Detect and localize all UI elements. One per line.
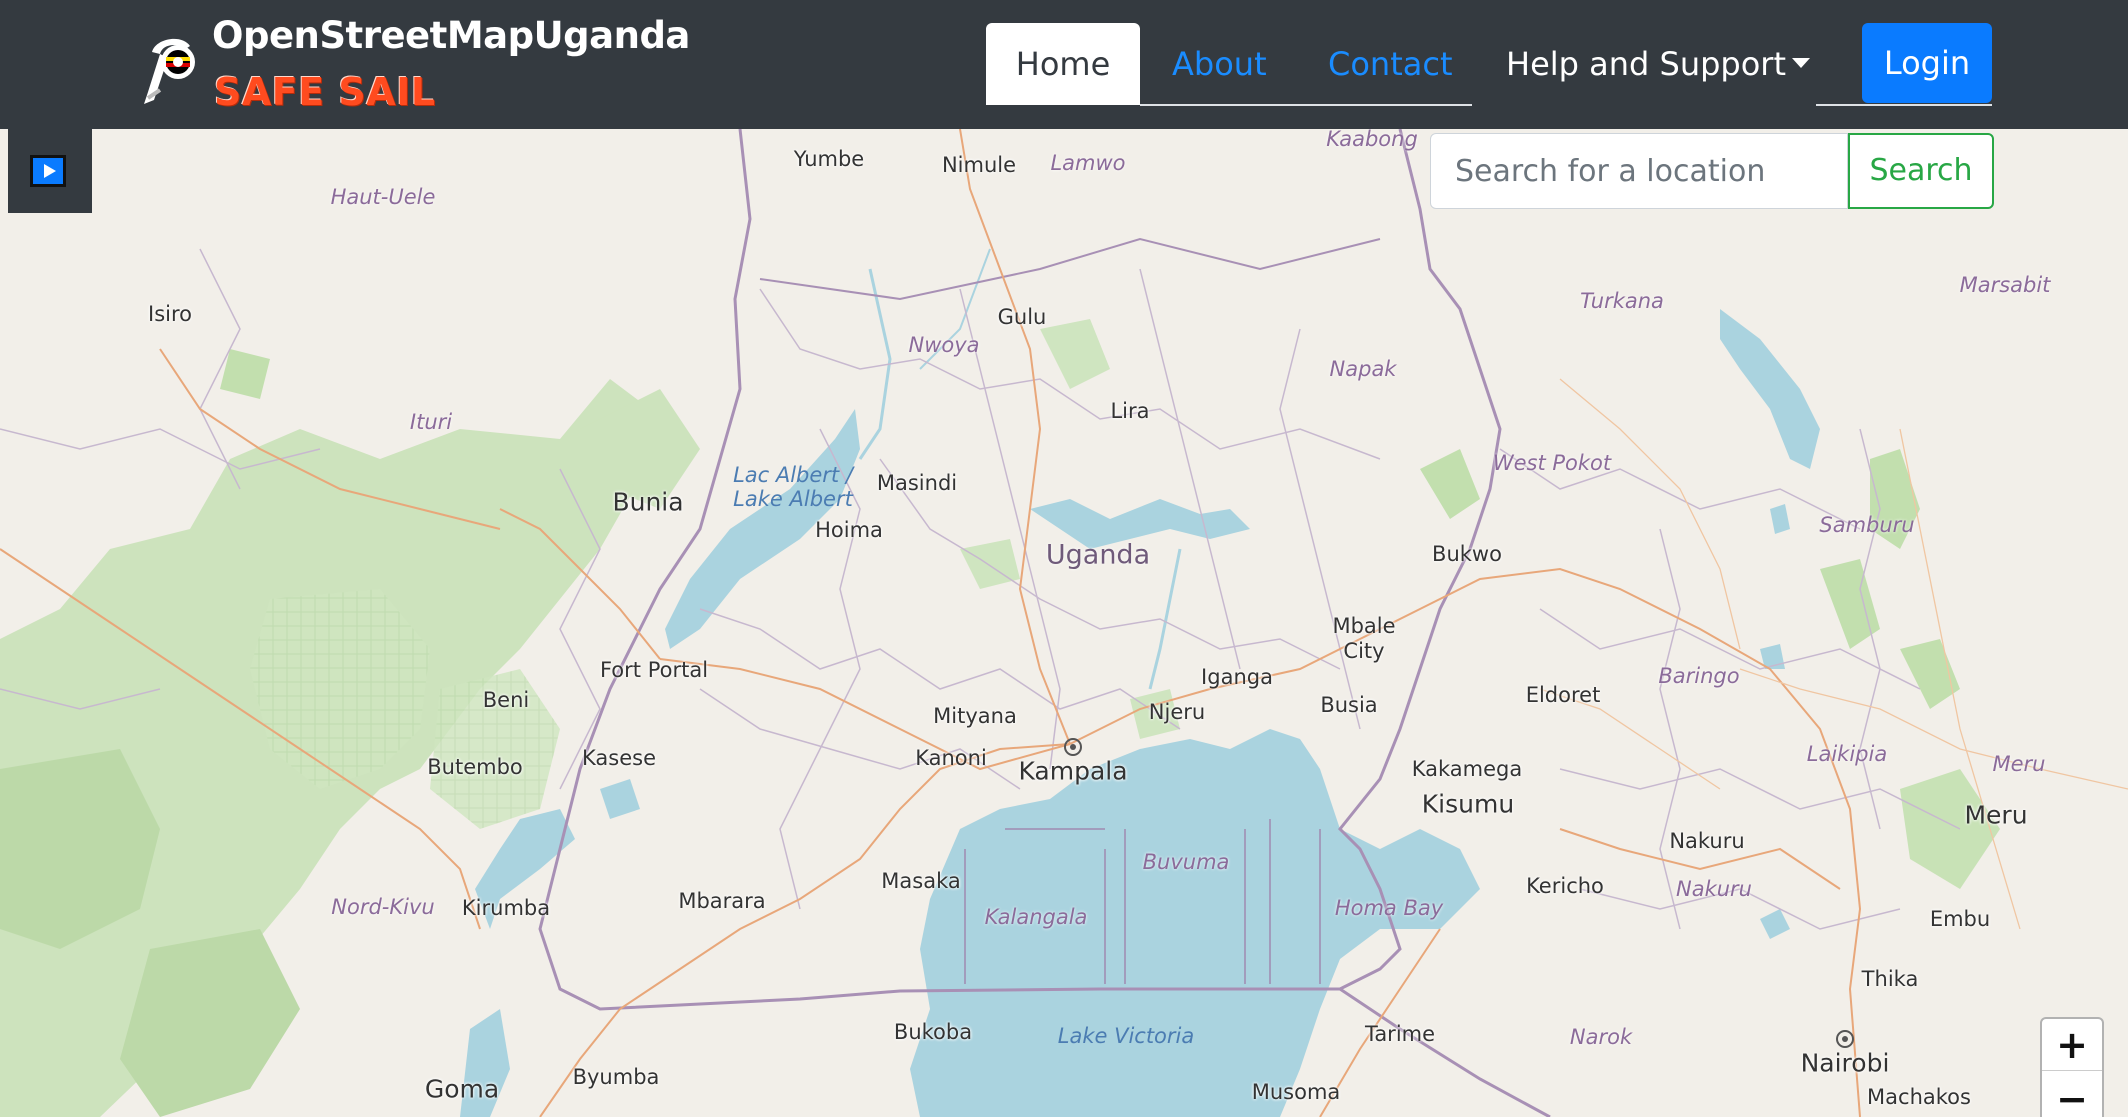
region-label: Marsabit bbox=[1959, 273, 2051, 297]
uganda-mapper-logo-icon bbox=[144, 38, 195, 104]
region-label: Baringo bbox=[1658, 664, 1740, 688]
place-label: Eldoret bbox=[1525, 683, 1601, 707]
location-search: Search bbox=[1430, 133, 1994, 209]
play-icon[interactable] bbox=[30, 155, 66, 187]
region-label: Homa Bay bbox=[1334, 896, 1444, 920]
place-label: Butembo bbox=[427, 755, 523, 779]
place-label: Nakuru bbox=[1669, 829, 1745, 853]
brand-title: OpenStreetMapUganda bbox=[212, 14, 690, 57]
place-label: Kirumba bbox=[461, 896, 551, 920]
region-label: Kaabong bbox=[1326, 129, 1418, 151]
place-label: Kanoni bbox=[915, 746, 987, 770]
nav-home-link[interactable]: Home bbox=[986, 23, 1140, 105]
place-label: Njeru bbox=[1148, 700, 1206, 724]
region-label: Nakuru bbox=[1676, 877, 1752, 901]
place-label: Masaka bbox=[881, 869, 961, 893]
place-label: Kericho bbox=[1526, 874, 1604, 898]
place-label: Embu bbox=[1929, 907, 1991, 931]
place-label: Lira bbox=[1110, 399, 1150, 423]
region-label: Nord-Kivu bbox=[331, 895, 435, 919]
nav-help-label: Help and Support bbox=[1506, 45, 1786, 83]
place-label: Mbale bbox=[1332, 614, 1396, 638]
region-label: Haut-Uele bbox=[330, 185, 436, 209]
place-label: Nimule bbox=[941, 153, 1017, 177]
zoom-control: + − bbox=[2040, 1017, 2104, 1117]
login-divider bbox=[1816, 104, 1992, 106]
nav-help-dropdown[interactable]: Help and Support bbox=[1506, 23, 1810, 105]
region-label: Meru bbox=[1992, 752, 2046, 776]
place-label: Thika bbox=[1861, 967, 1919, 991]
place-label: Fort Portal bbox=[599, 658, 709, 682]
place-label: Busia bbox=[1320, 693, 1378, 717]
place-label: Beni bbox=[482, 688, 530, 712]
region-label: Napak bbox=[1329, 357, 1397, 381]
caret-down-icon bbox=[1792, 58, 1810, 68]
place-label: Gulu bbox=[997, 305, 1047, 329]
place-label: Bukwo bbox=[1432, 542, 1502, 566]
place-label: Kakamega bbox=[1411, 757, 1523, 781]
search-input[interactable] bbox=[1430, 133, 1848, 209]
brand[interactable]: OpenStreetMapUganda SAFE SAIL bbox=[138, 8, 698, 118]
login-button[interactable]: Login bbox=[1862, 23, 1992, 103]
nav-contact-link[interactable]: Contact bbox=[1328, 23, 1453, 105]
place-label: Kampala bbox=[1018, 756, 1128, 786]
region-label: Ituri bbox=[409, 410, 453, 434]
region-label: Buvuma bbox=[1142, 850, 1230, 874]
region-label: Samburu bbox=[1819, 513, 1915, 537]
place-label: Hoima bbox=[815, 518, 883, 542]
region-label: Nwoya bbox=[908, 333, 980, 357]
place-label: Mityana bbox=[933, 704, 1017, 728]
place-label: Yumbe bbox=[793, 147, 865, 171]
region-label: Narok bbox=[1569, 1025, 1633, 1049]
place-label: Kisumu bbox=[1421, 789, 1515, 819]
zoom-out-button[interactable]: − bbox=[2042, 1073, 2102, 1117]
place-label: Goma bbox=[424, 1074, 500, 1104]
place-label: Kasese bbox=[582, 746, 656, 770]
place-label: Machakos bbox=[1867, 1085, 1971, 1109]
place-label: Meru bbox=[1964, 800, 2028, 830]
place-label: Bukoba bbox=[893, 1020, 973, 1044]
region-label: West Pokot bbox=[1492, 451, 1612, 475]
brand-subtitle: SAFE SAIL bbox=[214, 70, 436, 114]
nav-about-link[interactable]: About bbox=[1172, 23, 1267, 105]
place-label: Isiro bbox=[148, 302, 192, 326]
place-label: Mbarara bbox=[678, 889, 766, 913]
country-label: Uganda bbox=[1045, 539, 1151, 571]
region-label: Lamwo bbox=[1050, 151, 1126, 175]
region-label: Turkana bbox=[1580, 289, 1664, 313]
zoom-in-button[interactable]: + bbox=[2042, 1019, 2102, 1071]
map-canvas[interactable]: Yumbe Nimule Gulu Lira Masindi Hoima Bun… bbox=[0, 129, 2128, 1117]
place-label: Tarime bbox=[1364, 1022, 1436, 1046]
region-label: Kalangala bbox=[984, 905, 1088, 929]
map-tiles bbox=[0, 129, 2128, 1117]
place-label: Musoma bbox=[1251, 1080, 1341, 1104]
play-control[interactable] bbox=[8, 129, 92, 213]
place-label: Byumba bbox=[572, 1065, 660, 1089]
search-button[interactable]: Search bbox=[1848, 133, 1994, 209]
region-label: Laikipia bbox=[1806, 742, 1888, 766]
top-navbar: OpenStreetMapUganda SAFE SAIL Home About… bbox=[0, 0, 2128, 129]
place-label: Masindi bbox=[876, 471, 958, 495]
place-label: Bunia bbox=[612, 487, 684, 517]
lake-label: Lake Victoria bbox=[1057, 1024, 1195, 1048]
place-label: City bbox=[1343, 639, 1385, 663]
place-label: Iganga bbox=[1201, 665, 1273, 689]
nav-tab-divider bbox=[1140, 104, 1472, 106]
lake-label: Lac Albert / Lake Albert bbox=[733, 463, 853, 511]
place-label: Nairobi bbox=[1800, 1048, 1890, 1078]
